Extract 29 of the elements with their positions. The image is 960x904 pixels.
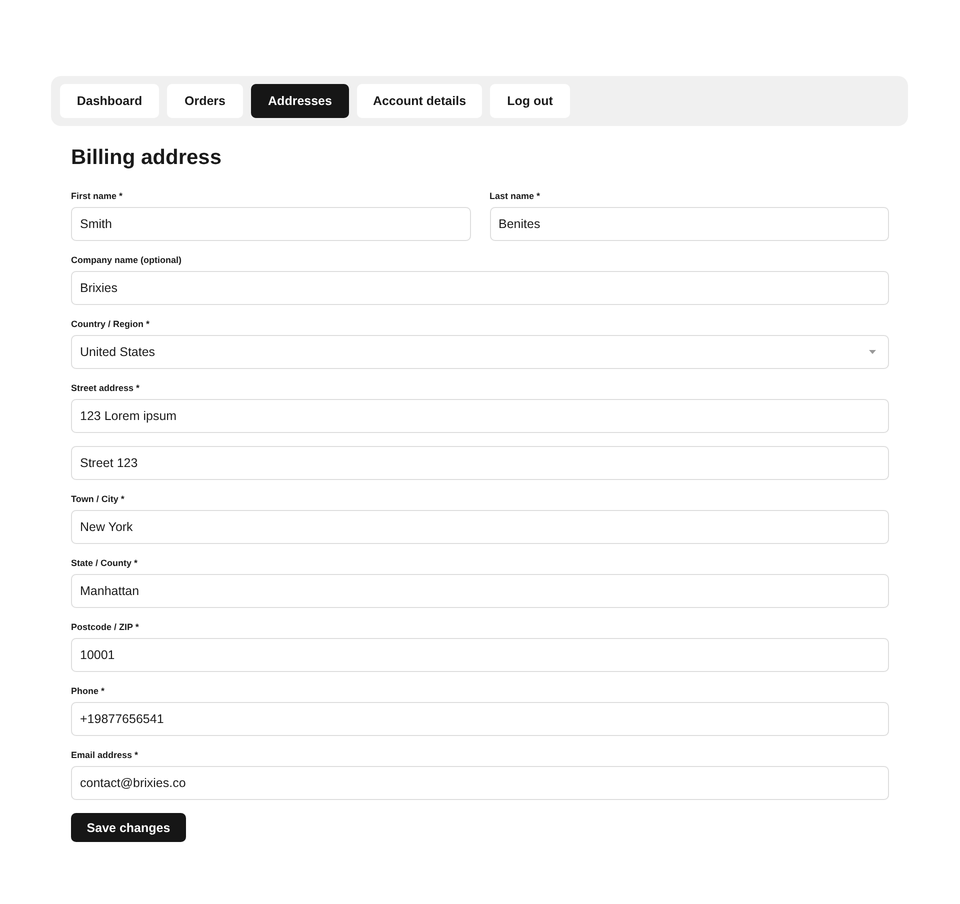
save-button[interactable]: Save changes xyxy=(71,813,186,842)
field-label: Company name (optional) xyxy=(71,254,183,266)
section-heading: Billing address xyxy=(71,146,223,170)
field-label: State / County * xyxy=(71,557,139,569)
field-label: Phone * xyxy=(71,685,106,697)
field-label: Email address * xyxy=(71,749,140,761)
input-field[interactable]: Smith xyxy=(71,207,470,241)
field-label: First name * xyxy=(71,190,124,202)
input-field[interactable]: Brixies xyxy=(71,271,889,305)
field-label: Town / City * xyxy=(71,493,126,505)
input-field[interactable]: Benites xyxy=(490,207,889,241)
caret-icon xyxy=(869,350,876,354)
input-field[interactable]: +19877656541 xyxy=(71,702,889,736)
tab[interactable]: Log out xyxy=(490,84,570,118)
input-field[interactable]: 10001 xyxy=(71,638,889,672)
input-field[interactable]: New York xyxy=(71,510,889,544)
field-label: Postcode / ZIP * xyxy=(71,621,140,633)
field-label: Country / Region * xyxy=(71,318,150,330)
tab[interactable]: Orders xyxy=(167,84,243,118)
field-label: Street address * xyxy=(71,382,141,394)
select-field[interactable]: United States xyxy=(71,335,889,369)
input-field[interactable]: contact@brixies.co xyxy=(71,766,889,800)
tab[interactable]: Dashboard xyxy=(60,84,159,118)
input-field[interactable]: Manhattan xyxy=(71,574,889,608)
field-label: Last name * xyxy=(490,190,542,202)
input-field[interactable]: 123 Lorem ipsum xyxy=(71,399,889,433)
tab[interactable]: Account details xyxy=(357,84,482,118)
tab[interactable]: Addresses xyxy=(251,84,349,118)
input-field[interactable]: Street 123 xyxy=(71,446,889,480)
